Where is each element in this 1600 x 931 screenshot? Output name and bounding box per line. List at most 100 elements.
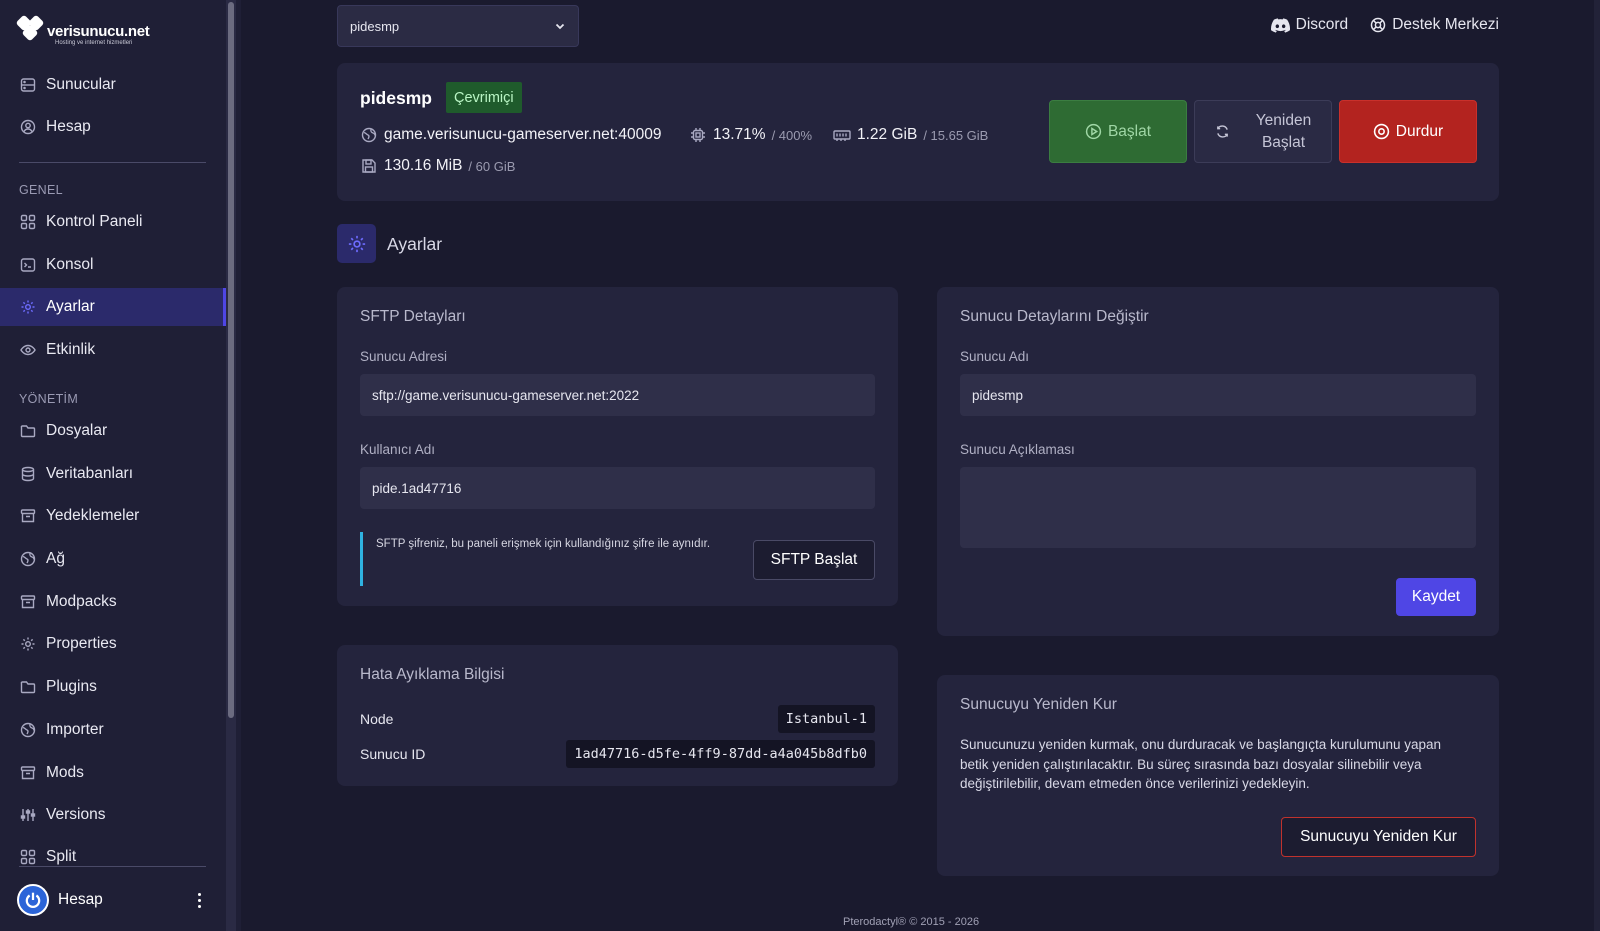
refresh-icon [1216, 125, 1228, 138]
brand-logo[interactable]: verisunucu.net Hosting ve internet hizme… [15, 14, 150, 47]
node-label: Node [360, 711, 394, 727]
power-icon [25, 892, 41, 908]
debug-card-title: Hata Ayıklama Bilgisi [360, 666, 505, 683]
sftp-username-field[interactable]: pide.1ad47716 [360, 467, 875, 509]
debug-info-card: Hata Ayıklama Bilgisi Node Istanbul-1 Su… [337, 645, 898, 786]
sidebar-item-settings[interactable]: Ayarlar [0, 288, 226, 326]
sidebar-item-network[interactable]: Ağ [0, 540, 226, 578]
sidebar-item-databases[interactable]: Veritabanları [0, 455, 226, 493]
sidebar-item-mods[interactable]: Mods [0, 754, 226, 792]
memory-usage: 1.22 GiB / 15.65 GiB [833, 126, 988, 144]
sftp-address-label: Sunucu Adresi [360, 349, 448, 364]
cpu-usage: 13.71% / 400% [689, 126, 812, 144]
sidebar-item-dashboard[interactable]: Kontrol Paneli [0, 203, 226, 241]
memory-limit: / 15.65 GiB [923, 127, 989, 143]
sidebar-item-label: Yedeklemeler [46, 507, 140, 524]
gear-icon [19, 298, 37, 316]
sidebar-scrollbar[interactable] [226, 0, 236, 931]
sidebar-item-label: Konsol [46, 256, 94, 273]
more-options-icon[interactable] [191, 888, 207, 912]
save-icon [360, 157, 378, 175]
sidebar-item-importer[interactable]: Importer [0, 711, 226, 749]
sidebar-item-label: Versions [46, 806, 106, 823]
details-card-title: Sunucu Detaylarını Değiştir [960, 308, 1149, 325]
status-badge: Çevrimiçi [446, 82, 522, 113]
disk-usage: 130.16 MiB / 60 GiB [360, 157, 515, 175]
sidebar-item-modpacks[interactable]: Modpacks [0, 583, 226, 621]
sftp-password-note: SFTP şifreniz, bu paneli erişmek için ku… [360, 532, 740, 586]
sidebar-item-activity[interactable]: Etkinlik [0, 331, 226, 369]
disk-limit: / 60 GiB [468, 158, 516, 174]
server-name-field[interactable]: pidesmp [960, 374, 1476, 416]
support-label: Destek Merkezi [1392, 16, 1499, 33]
section-general-heading: GENEL [19, 183, 63, 197]
reinstall-button[interactable]: Sunucuyu Yeniden Kur [1281, 817, 1476, 857]
change-details-card: Sunucu Detaylarını Değiştir Sunucu Adı p… [937, 287, 1499, 636]
stop-button[interactable]: Durdur [1339, 100, 1477, 163]
server-address: game.verisunucu-gameserver.net:40009 [360, 126, 661, 144]
sidebar-item-label: Sunucular [46, 76, 116, 93]
avatar [17, 884, 49, 916]
discord-link[interactable]: Discord [1270, 16, 1348, 34]
archive-icon [19, 593, 37, 611]
restart-button[interactable]: Yeniden Başlat [1194, 100, 1332, 163]
start-button[interactable]: Başlat [1049, 100, 1187, 163]
memory-icon [833, 126, 851, 144]
brand-tagline: Hosting ve internet hizmetleri [55, 40, 133, 46]
sidebar-account[interactable]: Hesap [17, 882, 207, 918]
globe-icon [19, 721, 37, 739]
sidebar-item-label: Hesap [46, 118, 91, 135]
server-id-value: 1ad47716-d5fe-4ff9-87dd-a4a045b8dfb0 [566, 740, 875, 768]
cpu-icon [689, 126, 707, 144]
support-link[interactable]: Destek Merkezi [1370, 16, 1499, 34]
sidebar-item-versions[interactable]: Versions [0, 796, 226, 834]
sidebar: verisunucu.net Hosting ve internet hizme… [0, 0, 241, 931]
sidebar-item-properties[interactable]: Properties [0, 625, 226, 663]
grid-icon [19, 848, 37, 866]
cpu-limit: / 400% [771, 127, 813, 143]
sliders-icon [19, 806, 37, 824]
reinstall-card-title: Sunucuyu Yeniden Kur [960, 696, 1117, 713]
restart-label-line1: Yeniden [1255, 111, 1312, 129]
grid-icon [19, 213, 37, 231]
reinstall-server-card: Sunucuyu Yeniden Kur Sunucunuzu yeniden … [937, 675, 1499, 876]
database-icon [19, 465, 37, 483]
brand-name: verisunucu.net [47, 23, 150, 40]
globe-icon [360, 126, 378, 144]
footer-copyright: Pterodactyl® © 2015 - 2026 [843, 916, 980, 928]
restart-label-line2: Başlat [1261, 133, 1306, 151]
discord-icon [1270, 17, 1290, 33]
sidebar-item-label: Importer [46, 721, 104, 738]
sidebar-item-servers[interactable]: Sunucular [0, 66, 226, 104]
sftp-launch-button[interactable]: SFTP Başlat [753, 540, 875, 580]
server-description-field[interactable] [960, 467, 1476, 548]
sidebar-item-split[interactable]: Split [0, 838, 226, 876]
stop-label: Durdur [1395, 122, 1444, 140]
server-header-card: pidesmp Çevrimiçi game.verisunucu-gamese… [337, 63, 1499, 201]
sidebar-item-files[interactable]: Dosyalar [0, 412, 226, 450]
page-scrollbar[interactable] [1594, 0, 1600, 931]
terminal-icon [19, 256, 37, 274]
sidebar-item-plugins[interactable]: Plugins [0, 668, 226, 706]
disk-value: 130.16 MiB [384, 157, 463, 174]
sidebar-item-label: Modpacks [46, 593, 117, 610]
server-select[interactable]: pidesmp [337, 5, 579, 47]
sidebar-item-label: Split [46, 848, 77, 865]
archive-icon [19, 764, 37, 782]
sftp-username-label: Kullanıcı Adı [360, 442, 436, 457]
sidebar-divider [19, 866, 206, 867]
top-links: Discord Destek Merkezi [1270, 16, 1499, 34]
save-button[interactable]: Kaydet [1396, 578, 1476, 616]
folder-icon [19, 678, 37, 696]
server-description-label: Sunucu Açıklaması [960, 442, 1075, 457]
scrollbar-thumb[interactable] [228, 2, 234, 718]
settings-section-icon [337, 224, 376, 263]
gear-icon [348, 235, 365, 252]
eye-icon [19, 341, 37, 359]
start-label: Başlat [1107, 122, 1152, 140]
sftp-address-field[interactable]: sftp://game.verisunucu-gameserver.net:20… [360, 374, 875, 416]
sidebar-item-account[interactable]: Hesap [0, 108, 226, 146]
sidebar-item-console[interactable]: Konsol [0, 246, 226, 284]
reinstall-description: Sunucunuzu yeniden kurmak, onu durduraca… [960, 737, 1442, 791]
sidebar-item-backups[interactable]: Yedeklemeler [0, 497, 226, 535]
